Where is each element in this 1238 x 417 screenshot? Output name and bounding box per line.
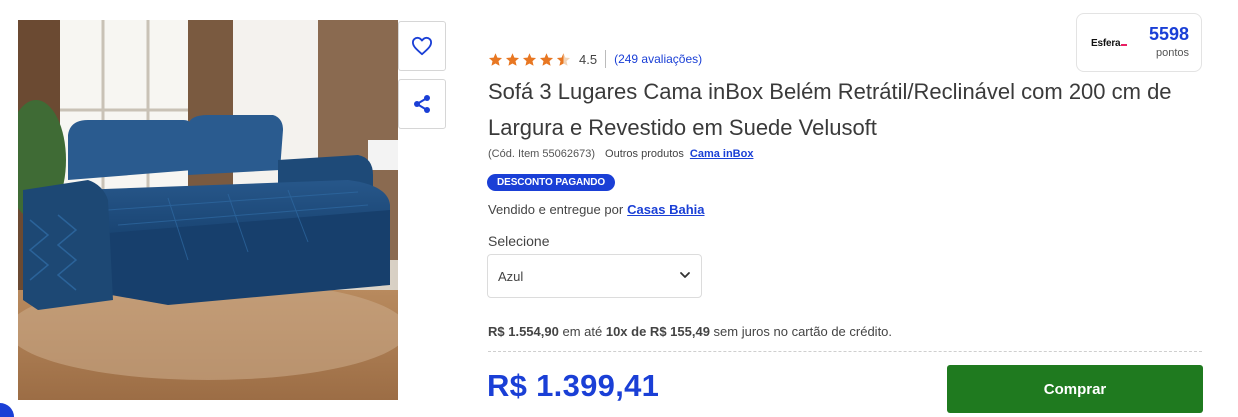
product-price: R$ 1.399,41	[487, 368, 660, 403]
share-icon	[414, 95, 430, 113]
installment-info: R$ 1.554,90 em até 10x de R$ 155,49 sem …	[488, 324, 892, 339]
star-half-icon	[556, 52, 571, 66]
star-full-icon	[539, 52, 554, 66]
product-code: (Cód. Item 55062673)	[488, 148, 596, 160]
esfera-points-label: pontos	[1155, 47, 1189, 59]
product-title: Sofá 3 Lugares Cama inBox Belém Retrátil…	[488, 79, 1172, 140]
brand-link[interactable]: Cama inBox	[690, 148, 754, 160]
variant-selected-value: Azul	[498, 269, 524, 284]
variant-select[interactable]: Azul	[487, 254, 702, 298]
esfera-points-value: 5598	[1148, 24, 1189, 44]
star-full-icon	[505, 52, 520, 66]
rating-divider	[605, 50, 607, 68]
favorite-button[interactable]	[398, 21, 446, 71]
installment-mid: em até	[562, 324, 603, 339]
share-button[interactable]	[398, 79, 446, 129]
seller-prefix: Vendido e entregue por	[488, 202, 624, 217]
installment-plan: 10x de R$ 155,49	[605, 324, 710, 339]
rating-count-link[interactable]: (249 avaliações)	[614, 52, 702, 66]
esfera-points-card[interactable]: Esfera 5598 pontos	[1076, 13, 1202, 72]
other-products-label: Outros produtos	[605, 148, 684, 160]
heart-icon	[411, 36, 432, 56]
product-code-line: (Cód. Item 55062673) Outros produtos Cam…	[488, 148, 753, 160]
installment-suffix: sem juros no cartão de crédito.	[713, 324, 893, 339]
installment-full-price: R$ 1.554,90	[488, 324, 559, 339]
buy-button[interactable]: Comprar	[947, 365, 1203, 413]
variant-select-label: Selecione	[488, 233, 550, 249]
discount-badge: DESCONTO PAGANDO	[487, 174, 616, 191]
product-image[interactable]	[18, 20, 398, 400]
seller-info: Vendido e entregue por Casas Bahia	[488, 202, 705, 217]
price-divider	[488, 351, 1202, 352]
chevron-down-icon	[680, 272, 690, 278]
rating-stars	[488, 52, 571, 67]
seller-link[interactable]: Casas Bahia	[627, 202, 704, 217]
esfera-logo: Esfera	[1091, 38, 1128, 49]
chat-bubble-button[interactable]	[0, 403, 14, 417]
product-rating[interactable]: 4.5 (249 avaliações)	[488, 50, 702, 68]
star-full-icon	[522, 52, 537, 66]
sofa-illustration	[18, 20, 398, 400]
rating-value: 4.5	[579, 51, 598, 67]
star-full-icon	[488, 52, 503, 66]
